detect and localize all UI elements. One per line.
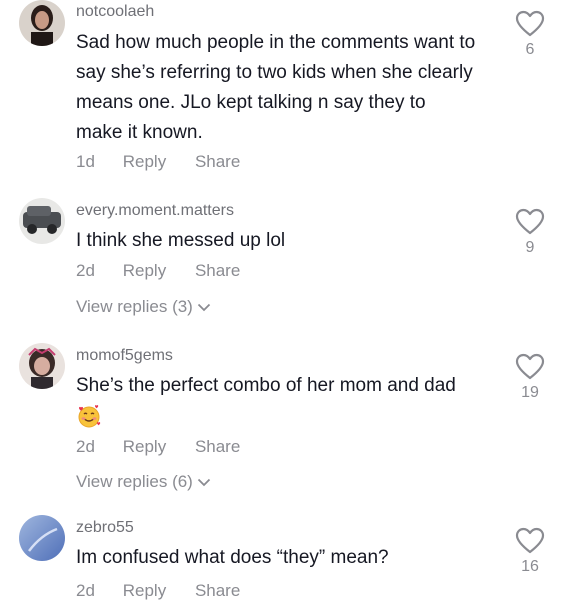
avatar[interactable]: [19, 343, 65, 389]
like-count: 16: [521, 558, 539, 575]
avatar[interactable]: [19, 0, 65, 46]
like-count: 6: [525, 41, 535, 58]
view-replies-label: View replies (6): [76, 472, 193, 491]
share-button[interactable]: Share: [195, 152, 240, 172]
comment-actions: 2d Reply Share: [76, 261, 240, 281]
comment-actions: 2d Reply Share: [76, 437, 240, 457]
comment-date: 2d: [76, 261, 95, 280]
view-replies-label: View replies (3): [76, 297, 193, 316]
comment-actions: 2d Reply Share: [76, 581, 240, 601]
share-button[interactable]: Share: [195, 581, 240, 601]
comment-text: Sad how much people in the comments want…: [76, 32, 476, 143]
chevron-down-icon: [197, 478, 210, 487]
comment-username[interactable]: every.moment.matters: [76, 202, 234, 220]
share-button[interactable]: Share: [195, 437, 240, 457]
comment-text: I think she messed up lol: [76, 230, 286, 251]
reply-button[interactable]: Reply: [123, 437, 166, 457]
view-replies-button[interactable]: View replies (3): [76, 297, 211, 317]
comment-username[interactable]: momof5gems: [76, 347, 173, 365]
like-button[interactable]: 6: [510, 10, 550, 59]
reply-button[interactable]: Reply: [123, 261, 166, 281]
heart-icon: [515, 208, 545, 235]
comment-text-body: She’s the perfect combo of her mom and d…: [76, 375, 456, 396]
heart-icon: [515, 527, 545, 554]
comment-date: 2d: [76, 437, 95, 456]
comment-username[interactable]: notcoolaeh: [76, 3, 154, 21]
like-count: 9: [525, 239, 535, 256]
like-button[interactable]: 9: [510, 208, 550, 257]
view-replies-button[interactable]: View replies (6): [76, 472, 211, 492]
smiling-face-with-hearts-emoji: [78, 405, 101, 428]
like-button[interactable]: 19: [510, 353, 550, 402]
comment-text: She’s the perfect combo of her mom and d…: [76, 371, 476, 431]
share-button[interactable]: Share: [195, 261, 240, 281]
heart-icon: [515, 353, 545, 380]
comment-text: Im confused what does “they” mean?: [76, 547, 389, 568]
comment-date: 1d: [76, 152, 95, 171]
reply-button[interactable]: Reply: [123, 581, 166, 601]
like-count: 19: [521, 384, 539, 401]
like-button[interactable]: 16: [510, 527, 550, 576]
comment-username[interactable]: zebro55: [76, 519, 134, 537]
reply-button[interactable]: Reply: [123, 152, 166, 172]
avatar[interactable]: [19, 198, 65, 244]
avatar[interactable]: [19, 515, 65, 561]
heart-icon: [515, 10, 545, 37]
comment-actions: 1d Reply Share: [76, 152, 240, 172]
chevron-down-icon: [197, 303, 210, 312]
comment-date: 2d: [76, 581, 95, 600]
